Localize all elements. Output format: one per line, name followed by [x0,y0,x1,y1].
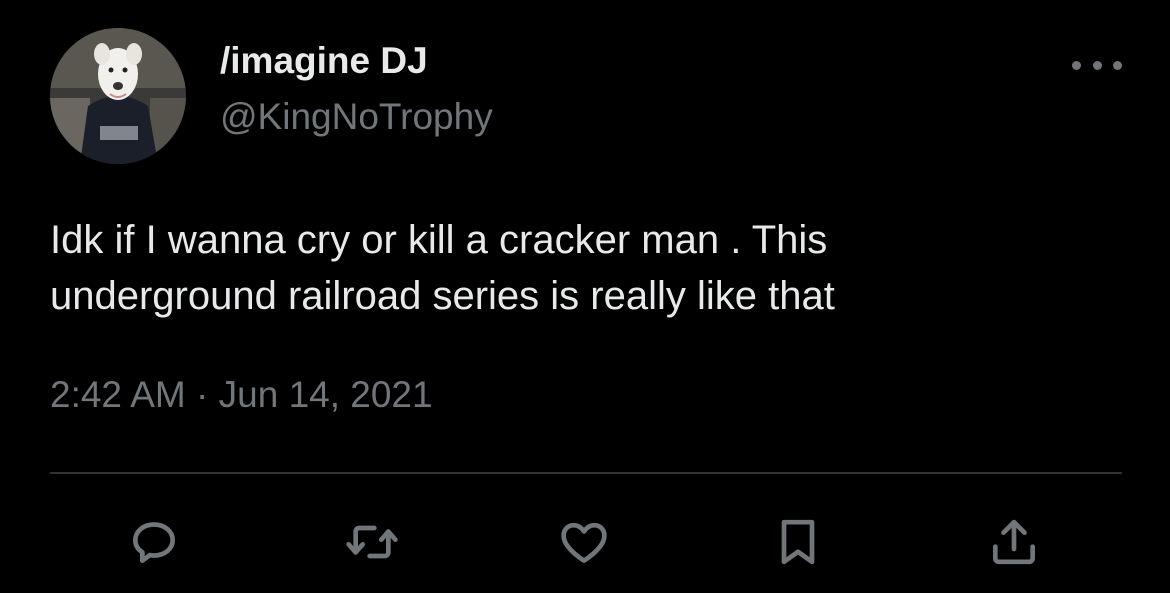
share-upload-icon [993,519,1035,565]
reply-bubble-icon [133,522,176,563]
tweet-card: /imagine DJ @KingNoTrophy Idk if I wanna… [0,0,1170,593]
tweet-timestamp[interactable]: 2:42 AM · Jun 14, 2021 [50,374,433,416]
user-handle[interactable]: @KingNoTrophy [220,96,493,138]
action-bar [0,510,1170,580]
more-dot-icon [1072,60,1081,70]
reply-button[interactable] [122,510,186,574]
avatar[interactable] [50,28,186,164]
avatar-image [50,28,186,164]
retweet-arrows-icon [346,525,398,559]
divider [50,472,1122,474]
more-dot-icon [1113,60,1122,70]
bookmark-button[interactable] [766,510,830,574]
share-button[interactable] [982,510,1046,574]
retweet-button[interactable] [340,510,404,574]
like-button[interactable] [552,510,616,574]
tweet-text: Idk if I wanna cry or kill a cracker man… [50,218,835,318]
more-options-button[interactable] [1072,50,1122,80]
bookmark-icon [781,519,815,565]
heart-icon [561,522,607,563]
display-name[interactable]: /imagine DJ [220,40,428,82]
more-dot-icon [1092,60,1102,70]
